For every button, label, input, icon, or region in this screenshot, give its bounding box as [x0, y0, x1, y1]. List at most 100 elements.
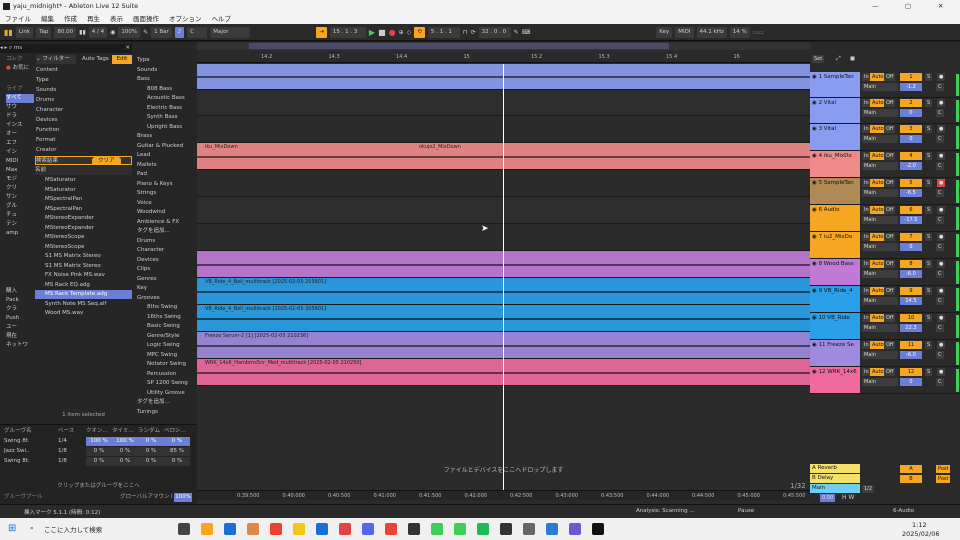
track-title[interactable]: ◉ 1 SampleTan	[810, 72, 860, 97]
zoom-field[interactable]: 100%	[118, 26, 141, 38]
tag-item[interactable]: Brass	[135, 132, 195, 141]
groove-cell[interactable]: 0 %	[138, 457, 164, 466]
taskbar-app-icon[interactable]	[270, 523, 282, 535]
arm-button[interactable]: ●	[937, 73, 946, 81]
result-item[interactable]: MSaturator	[35, 176, 132, 185]
menu-navigate[interactable]: 画面操作	[128, 13, 164, 23]
result-item[interactable]: S1 MS Matrix Stereo	[35, 262, 132, 271]
tag-item[interactable]: Logic Swing	[135, 341, 195, 350]
groove-cell[interactable]: 100 %	[112, 437, 138, 446]
track-title[interactable]: ◉ 4 iku_MixDo	[810, 151, 860, 177]
result-item[interactable]: FX Noise Pink MS.wav	[35, 271, 132, 280]
tag-item[interactable]: Tunings	[135, 408, 195, 417]
solo-button[interactable]: S	[925, 179, 933, 187]
result-item[interactable]: MStereoExpander	[35, 224, 132, 233]
groove-cell[interactable]: Swing 8t...	[4, 457, 30, 466]
mixer-track[interactable]: ◉ 1 SampleTan In Auto Off 1 S ● Main -1.2 C	[810, 72, 960, 98]
volume-field[interactable]: 14.5	[900, 297, 922, 305]
scale-toggle-icon[interactable]: ♪	[174, 26, 185, 38]
tag-item[interactable]: Upright Bass	[135, 123, 195, 132]
place-item[interactable]: グル	[6, 202, 34, 211]
tag-item[interactable]: Guitar & Plucked	[135, 142, 195, 151]
track-number[interactable]: 4	[900, 152, 922, 160]
loop-start-field[interactable]: 5 . 1 . 1	[427, 26, 460, 38]
off-button[interactable]: Off	[884, 260, 896, 268]
volume-field[interactable]: 0	[900, 378, 922, 386]
tag-item[interactable]: Strings	[135, 189, 195, 198]
arm-button[interactable]: ●	[937, 341, 946, 349]
result-item[interactable]: S1 MS Matrix Stereo	[35, 252, 132, 261]
result-item[interactable]: Synth Note MS Seq.alf	[35, 300, 132, 309]
track-number[interactable]: 1	[900, 73, 922, 81]
place-item[interactable]: サウ	[6, 103, 34, 112]
close-button[interactable]: ✕	[938, 2, 943, 10]
mixer-track[interactable]: ◉ 5 SampleTan In Auto Off 5 S ● Main -6.5 C	[810, 178, 960, 205]
off-button[interactable]: Off	[884, 314, 896, 322]
pan-field[interactable]: C	[936, 378, 944, 386]
place-item[interactable]: クリ	[6, 184, 34, 193]
track-number[interactable]: 8	[900, 260, 922, 268]
track-number[interactable]: 6	[900, 206, 922, 214]
return-track[interactable]: A Reverb A Post	[810, 464, 960, 474]
pan-field[interactable]: C	[936, 162, 944, 170]
loop-length-field[interactable]: 32 . 0 . 0	[478, 26, 511, 38]
arm-button[interactable]: ●	[937, 233, 946, 241]
tag-item[interactable]: Clips	[135, 265, 195, 274]
output-select[interactable]: Main	[862, 351, 898, 359]
track-number[interactable]: 11	[900, 341, 922, 349]
tag-item[interactable]: Voice	[135, 199, 195, 208]
taskbar-search-input[interactable]: ここに入力して検索	[44, 524, 102, 534]
time-ruler[interactable]: 0:39:500 0:40:000 0:40:500 0:41:000 0:41:500…	[197, 490, 810, 500]
arm-button[interactable]: ●	[937, 125, 946, 133]
return-title[interactable]: B Delay	[810, 474, 860, 483]
solo-button[interactable]: S	[925, 287, 933, 295]
clear-button[interactable]: クリア	[92, 157, 121, 164]
tag-item[interactable]: Mallets	[135, 161, 195, 170]
output-select[interactable]: Main	[862, 324, 898, 332]
taskbar-app-icon[interactable]	[316, 523, 328, 535]
filter-tag[interactable]: Drums	[36, 96, 96, 105]
output-select[interactable]: Main	[862, 162, 898, 170]
solo-button[interactable]: S	[925, 233, 933, 241]
track-title[interactable]: ◉ 10 VB_Ride	[810, 313, 860, 339]
return-track[interactable]: B Delay B Post	[810, 474, 960, 484]
link-button[interactable]: Link	[15, 26, 34, 38]
key-map-button[interactable]: Key	[656, 26, 673, 38]
off-button[interactable]: Off	[884, 341, 896, 349]
tag-item[interactable]: Lead	[135, 151, 195, 160]
arm-button[interactable]: ●	[937, 179, 946, 187]
groove-cell[interactable]: 0 %	[112, 457, 138, 466]
tag-item[interactable]: Genres	[135, 275, 195, 284]
global-amount-field[interactable]: 100%	[174, 493, 192, 502]
groove-cell[interactable]: 100 %	[86, 437, 112, 446]
track-number[interactable]: 3	[900, 125, 922, 133]
maximize-button[interactable]: ▢	[905, 2, 911, 10]
overdub-icon[interactable]: ⊕	[399, 29, 404, 36]
filter-tag[interactable]: Creator	[36, 146, 96, 155]
tag-item[interactable]: Character	[135, 246, 195, 255]
main-h-icon[interactable]: H W	[842, 494, 854, 501]
place-item[interactable]: amp	[6, 229, 34, 238]
taskbar-app-icon[interactable]	[178, 523, 190, 535]
auto-tags-toggle[interactable]: Auto Tags	[82, 55, 110, 64]
filter-tag[interactable]: Type	[36, 76, 96, 85]
pan-field[interactable]: C	[936, 270, 944, 278]
key-select[interactable]: C	[187, 26, 208, 38]
mixer-track[interactable]: ◉ 12 WRK_14x6 In Auto Off 12 S ● Main 0 C	[810, 367, 960, 394]
arm-button[interactable]: ●	[937, 99, 946, 107]
arm-button[interactable]: ●	[937, 206, 946, 214]
post-button[interactable]: Post	[936, 475, 951, 483]
place-item[interactable]: 購入	[6, 287, 34, 296]
tag-item[interactable]: Acoustic Bass	[135, 94, 195, 103]
volume-field[interactable]: 22.3	[900, 324, 922, 332]
computer-keyboard-icon[interactable]: ⌨	[522, 29, 531, 36]
place-item[interactable]: エフ	[6, 139, 34, 148]
overview-bar[interactable]	[197, 42, 810, 50]
track-number[interactable]: 2	[900, 99, 922, 107]
solo-button[interactable]: S	[925, 152, 933, 160]
groove-cell[interactable]: 1/4	[58, 437, 84, 446]
result-item[interactable]: MStereoScope	[35, 233, 132, 242]
minimize-button[interactable]: —	[872, 2, 879, 10]
overview-viewport[interactable]	[249, 43, 669, 49]
output-select[interactable]: Main	[862, 216, 898, 224]
